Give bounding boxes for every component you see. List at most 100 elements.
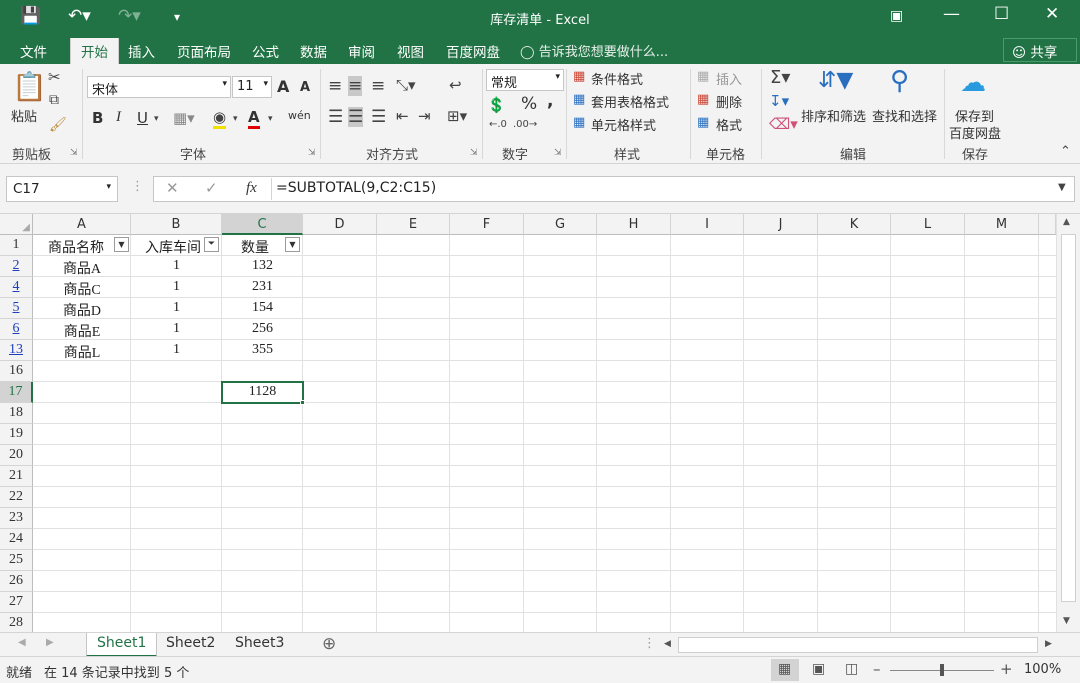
tab-view[interactable]: 视图 [397,41,424,61]
row-header-17[interactable]: 17 [0,382,33,403]
find-select-button[interactable]: 查找和选择 [872,106,937,125]
italic-button[interactable]: I [116,109,121,126]
column-header-h[interactable]: H [597,214,671,235]
format-painter-icon[interactable]: 🖌 [49,117,67,133]
column-header-f[interactable]: F [450,214,524,235]
zoom-slider-thumb[interactable] [940,664,944,676]
sheet-tab-1[interactable]: Sheet1 [86,633,158,657]
clear-icon[interactable]: ⌫▾ [769,115,798,133]
zoom-in-icon[interactable]: + [1000,660,1013,678]
chevron-down-icon[interactable]: ▾ [268,114,273,124]
enter-icon[interactable]: ✓ [205,179,218,197]
column-header-i[interactable]: I [671,214,744,235]
cell-c5[interactable]: 154 [222,298,303,319]
phonetic-icon[interactable]: wén [288,109,311,122]
column-header-a[interactable]: A [33,214,131,235]
cell-b2[interactable]: 1 [131,256,222,277]
cell-a13[interactable]: 商品L [33,340,131,361]
filter-dropdown-icon[interactable]: ▼ [114,237,129,252]
row-header-19[interactable]: 19 [0,424,33,445]
row-header-5[interactable]: 5 [0,298,33,319]
paste-icon[interactable]: 📋 [12,70,47,103]
zoom-out-icon[interactable]: – [873,660,881,678]
column-header-k[interactable]: K [818,214,891,235]
chevron-down-icon[interactable]: ▾ [154,114,159,124]
insert-cells-button[interactable]: 插入 [716,69,742,88]
decrease-indent-icon[interactable]: ⇤ [396,107,409,125]
tab-formulas[interactable]: 公式 [252,41,279,61]
accounting-format-icon[interactable]: 💲 [487,96,506,114]
column-header-m[interactable]: M [965,214,1039,235]
column-header-b[interactable]: B [131,214,222,235]
cell-c17[interactable]: 1128 [222,382,303,403]
cell-a6[interactable]: 商品E [33,319,131,340]
formula-text[interactable]: =SUBTOTAL(9,C2:C15) [276,176,436,202]
cell-c4[interactable]: 231 [222,277,303,298]
align-middle-icon[interactable]: ≡ [348,76,363,96]
row-header-27[interactable]: 27 [0,592,33,613]
decrease-decimal-icon[interactable]: .00→ [513,119,537,130]
cell-b5[interactable]: 1 [131,298,222,319]
page-layout-view-icon[interactable]: ▣ [812,661,825,677]
borders-icon[interactable]: ▦▾ [173,109,195,127]
page-break-view-icon[interactable]: ◫ [845,661,858,677]
tab-page-layout[interactable]: 页面布局 [177,41,231,61]
expand-formula-icon[interactable]: ▼ [1058,182,1066,193]
alignment-launcher-icon[interactable]: ⇲ [470,148,478,158]
cell-a2[interactable]: 商品A [33,256,131,277]
row-header-18[interactable]: 18 [0,403,33,424]
cell-a5[interactable]: 商品D [33,298,131,319]
cell-b6[interactable]: 1 [131,319,222,340]
tab-data[interactable]: 数据 [300,41,327,61]
scroll-left-icon[interactable]: ◀ [664,639,671,649]
column-header-d[interactable]: D [303,214,377,235]
column-header-g[interactable]: G [524,214,597,235]
column-header-l[interactable]: L [891,214,965,235]
font-name-select[interactable]: 宋体 ▾ [87,76,231,98]
row-header-21[interactable]: 21 [0,466,33,487]
autosum-icon[interactable]: Σ▾ [770,67,790,88]
paste-button[interactable]: 粘贴 [11,106,37,125]
sort-filter-button[interactable]: 排序和筛选 [801,106,866,125]
align-top-icon[interactable]: ≡ [328,76,342,96]
collapse-ribbon-icon[interactable]: ⌃ [1060,144,1071,159]
minimize-icon[interactable]: — [943,4,960,24]
insert-function-icon[interactable]: fx [246,180,257,197]
merge-center-icon[interactable]: ⊞▾ [447,107,467,125]
cell-c13[interactable]: 355 [222,340,303,361]
increase-decimal-icon[interactable]: ←.0 [489,119,507,130]
save-baidu-button-line2[interactable]: 百度网盘 [949,123,1001,142]
vertical-scroll-thumb[interactable] [1061,234,1076,602]
format-cells-button[interactable]: 格式 [716,115,742,134]
row-header-24[interactable]: 24 [0,529,33,550]
filter-applied-icon[interactable]: ⏷ [204,237,219,252]
row-header-25[interactable]: 25 [0,550,33,571]
percent-button[interactable]: % [521,94,537,114]
shrink-font-icon[interactable]: A [300,80,310,95]
orientation-icon[interactable]: ⤡▾ [396,76,416,94]
align-bottom-icon[interactable]: ≡ [371,76,385,96]
clipboard-launcher-icon[interactable]: ⇲ [70,148,78,158]
vertical-scrollbar[interactable]: ▲ ▼ [1056,214,1080,632]
column-header-j[interactable]: J [744,214,818,235]
fill-color-icon[interactable]: ◉ [213,108,227,129]
column-header-c[interactable]: C [222,214,303,235]
tab-file[interactable]: 文件 [20,41,47,61]
underline-button[interactable]: U [137,109,148,127]
font-launcher-icon[interactable]: ⇲ [308,148,316,158]
cell-a4[interactable]: 商品C [33,277,131,298]
cell-c2[interactable]: 132 [222,256,303,277]
wrap-text-icon[interactable]: ↩ [449,76,462,94]
tab-review[interactable]: 审阅 [348,41,375,61]
comma-button[interactable]: , [547,91,553,111]
header-cell-c[interactable]: 数量 [222,235,288,256]
font-color-icon[interactable]: A [248,108,260,129]
align-left-icon[interactable]: ☰ [328,107,343,127]
bold-button[interactable]: B [92,109,103,127]
worksheet-grid[interactable]: ◢ A B C D E F G H I J K L M 1 2 4 5 6 13… [0,214,1080,634]
row-header-28[interactable]: 28 [0,613,33,634]
scroll-up-icon[interactable]: ▲ [1063,217,1070,227]
column-header-e[interactable]: E [377,214,450,235]
cell-c6[interactable]: 256 [222,319,303,340]
row-header-16[interactable]: 16 [0,361,33,382]
